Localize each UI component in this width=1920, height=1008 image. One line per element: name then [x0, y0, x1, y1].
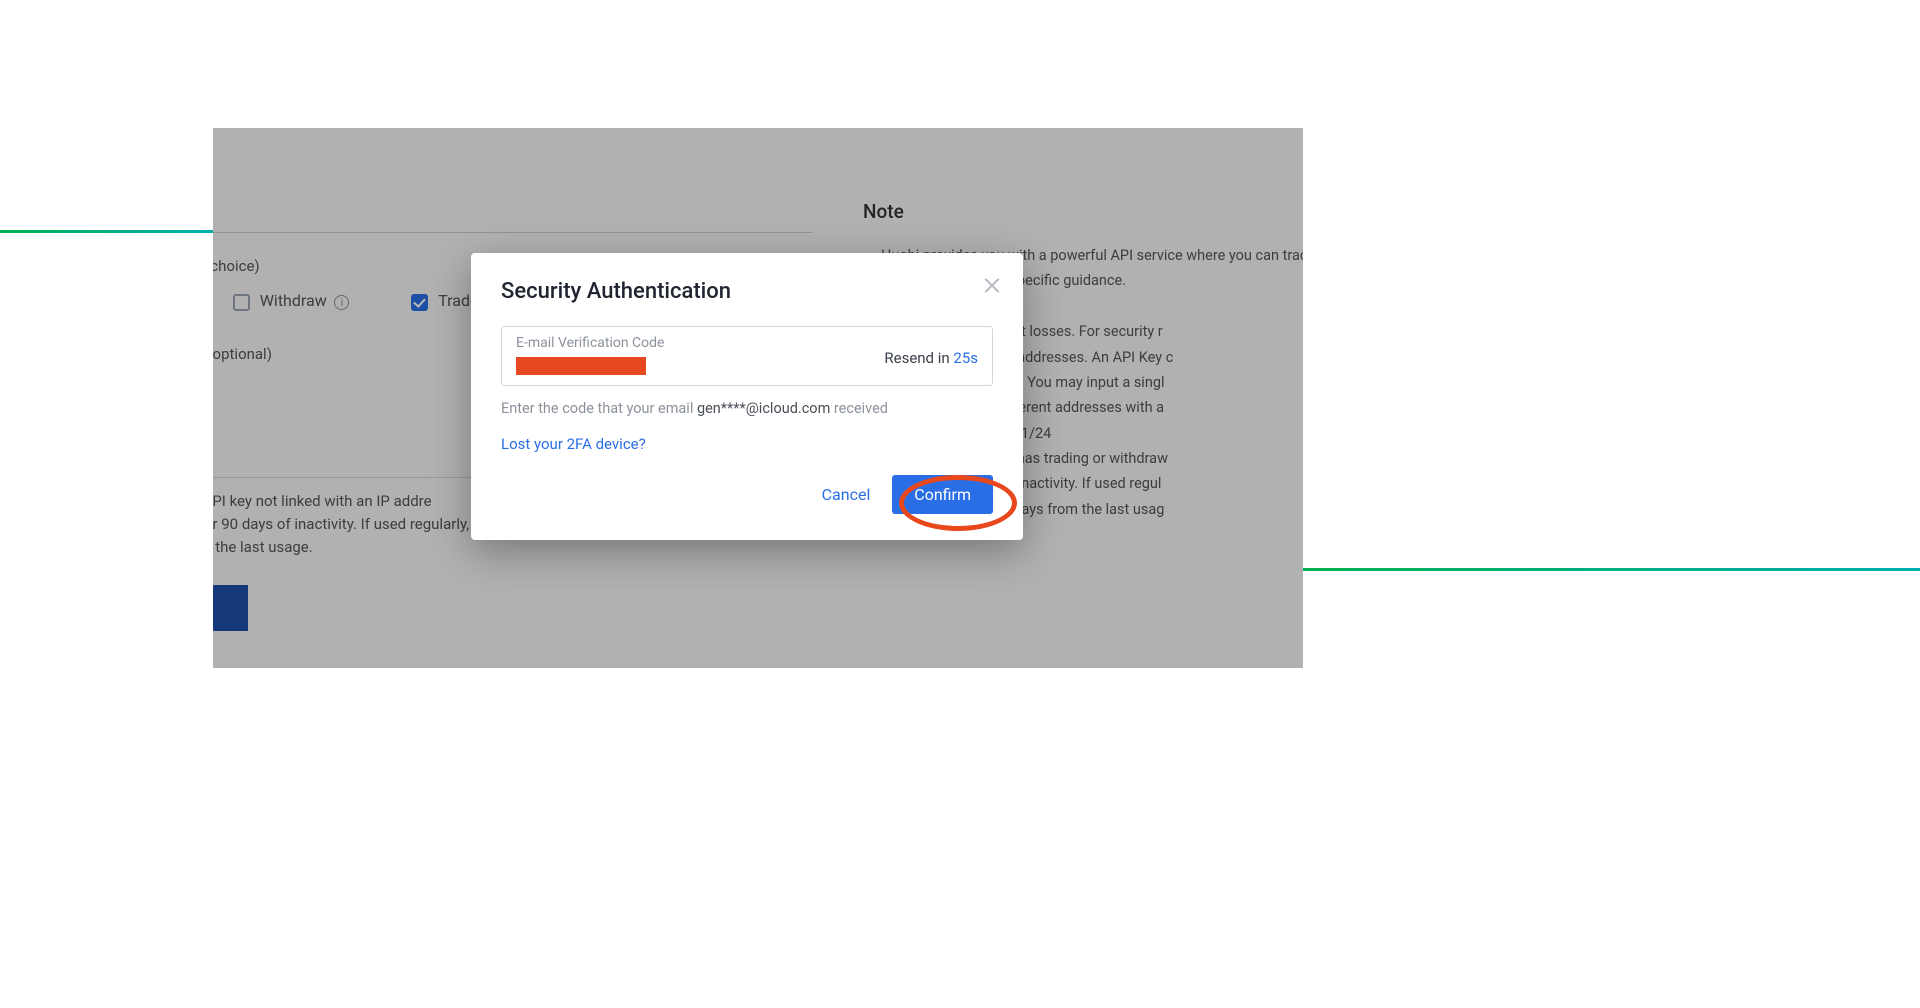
email-hint: Enter the code that your email gen****@i…: [501, 400, 993, 417]
confirm-button[interactable]: Confirm: [892, 475, 993, 514]
resend-countdown: Resend in 25s: [884, 349, 978, 367]
security-auth-modal: Security Authentication E-mail Verificat…: [471, 253, 1023, 540]
app-viewport: Multiple choice) Withdraw Trade egment (…: [213, 128, 1303, 668]
cancel-button[interactable]: Cancel: [814, 475, 879, 514]
email-code-field[interactable]: E-mail Verification Code Resend in 25s: [501, 326, 993, 386]
modal-title: Security Authentication: [501, 279, 993, 304]
lost-2fa-link[interactable]: Lost your 2FA device?: [501, 435, 646, 453]
accent-line-bottom: [1300, 568, 1920, 571]
redacted-code-value: [516, 357, 646, 375]
close-icon[interactable]: [981, 275, 1003, 297]
accent-line-top: [0, 230, 213, 233]
